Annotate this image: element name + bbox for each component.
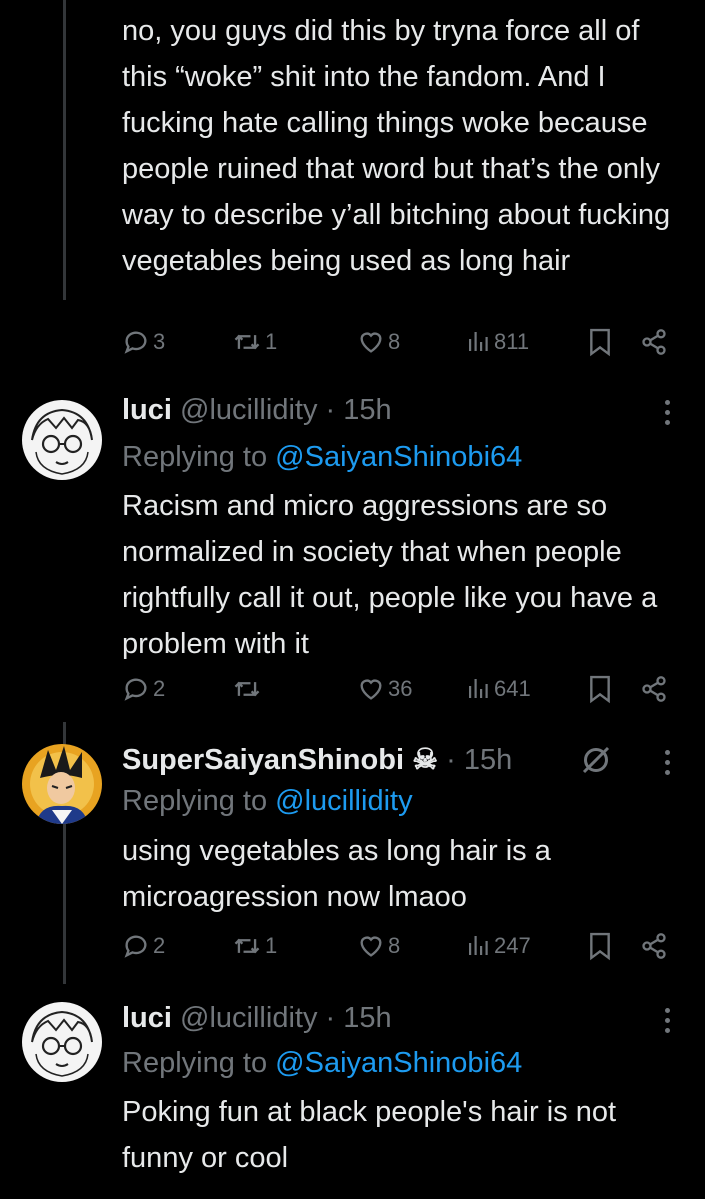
views-icon [469,936,488,955]
replying-to: Replying to @SaiyanShinobi64 [122,441,522,474]
like-button[interactable]: 36 [357,669,412,709]
views-button[interactable]: 811 [467,322,529,362]
repost-button[interactable]: 1 [232,322,277,362]
avatar[interactable] [22,1002,102,1082]
views-count: 811 [494,329,530,354]
views-button[interactable]: 247 [467,926,531,966]
display-name[interactable]: luci [122,394,172,426]
replying-label: Replying to [122,1047,268,1079]
timestamp[interactable]: · 15h [326,394,392,426]
post-text: Racism and micro aggressions are so norm… [122,490,658,660]
heart-icon [360,332,382,353]
replying-label: Replying to [122,785,268,817]
avatar[interactable] [22,744,102,824]
reply-icon [124,678,147,701]
timestamp[interactable]: · 15h [446,744,512,776]
mute-button[interactable] [578,740,614,780]
heart-icon [360,679,382,700]
display-name[interactable]: SuperSaiyanShinobi [122,744,404,776]
user-handle[interactable]: @lucillidity [180,1002,317,1034]
repost-count: 1 [265,933,278,958]
mention-link[interactable]: @SaiyanShinobi64 [275,441,522,473]
mention-link[interactable]: @lucillidity [275,785,412,817]
bookmark-button[interactable] [587,669,613,709]
share-button[interactable] [640,322,668,362]
share-button[interactable] [640,926,668,966]
bookmark-button[interactable] [587,322,613,362]
repost-icon [234,334,260,350]
mute-icon [582,746,610,774]
like-button[interactable]: 8 [357,322,400,362]
views-icon [469,332,488,351]
like-button[interactable]: 8 [357,926,400,966]
action-bar: 3 1 8 811 [122,322,682,362]
badge: ☠ [412,744,439,776]
bookmark-icon [590,328,610,357]
reply-button[interactable]: 2 [122,926,165,966]
bookmark-icon [590,932,610,961]
post-2[interactable]: SuperSaiyanShinobi ☠ · 15h Replying to @… [0,722,705,990]
more-icon[interactable] [665,1008,671,1038]
timestamp[interactable]: · 15h [326,1002,392,1034]
repost-button[interactable] [232,669,262,709]
repost-count: 1 [265,329,278,354]
post-1[interactable]: luci @lucillidity · 15h Replying to @Sai… [0,380,705,720]
like-count: 8 [388,933,401,958]
repost-icon [234,681,260,697]
action-bar: 2 36 641 [122,669,682,709]
user-handle[interactable]: @lucillidity [180,394,317,426]
reply-button[interactable]: 3 [122,322,165,362]
share-icon [642,676,666,702]
share-icon [642,933,666,959]
repost-button[interactable]: 1 [232,926,277,966]
post-header: SuperSaiyanShinobi ☠ · 15h [122,742,512,777]
share-icon [642,329,666,355]
reply-count: 2 [153,933,166,958]
more-icon[interactable] [665,400,671,430]
action-bar: 2 1 8 247 [122,926,682,966]
like-count: 36 [388,676,413,701]
views-button[interactable]: 641 [467,669,531,709]
bookmark-button[interactable] [587,926,613,966]
replying-label: Replying to [122,441,268,473]
post-text: using vegetables as long hair is a micro… [122,835,551,913]
reply-icon [124,331,147,354]
reply-count: 3 [153,329,166,354]
post-0[interactable]: no, you guys did this by tryna force all… [0,0,705,380]
post-header: luci @lucillidity · 15h [122,1002,392,1035]
reply-button[interactable]: 2 [122,669,165,709]
reply-count: 2 [153,676,166,701]
post-header: luci @lucillidity · 15h [122,394,392,427]
mention-link[interactable]: @SaiyanShinobi64 [275,1047,522,1079]
replying-to: Replying to @lucillidity [122,785,413,818]
heart-icon [360,936,382,957]
display-name[interactable]: luci [122,1002,172,1034]
avatar[interactable] [22,400,102,480]
replying-to: Replying to @SaiyanShinobi64 [122,1047,522,1080]
bookmark-icon [590,675,610,704]
views-icon [469,679,488,698]
like-count: 8 [388,329,401,354]
share-button[interactable] [640,669,668,709]
reply-icon [124,935,147,958]
post-text: Poking fun at black people's hair is not… [122,1096,617,1174]
post-text: no, you guys did this by tryna force all… [122,15,671,277]
views-count: 641 [494,676,531,701]
views-count: 247 [494,933,531,958]
more-icon[interactable] [665,750,671,780]
repost-icon [234,938,260,954]
post-3[interactable]: luci @lucillidity · 15h Replying to @Sai… [0,990,705,1199]
